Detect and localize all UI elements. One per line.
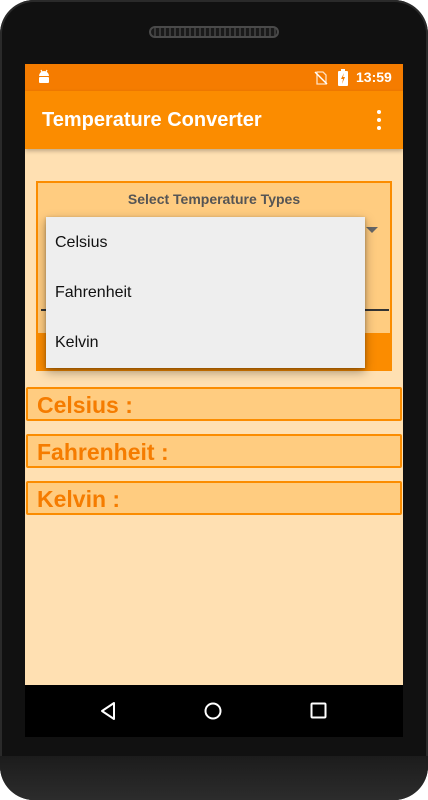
celsius-result-row: Celsius :	[26, 387, 402, 421]
android-debug-icon	[39, 69, 49, 83]
back-icon[interactable]	[99, 701, 119, 721]
earpiece-speaker	[149, 26, 279, 38]
celsius-label: Celsius :	[37, 392, 133, 418]
app-title: Temperature Converter	[42, 109, 262, 131]
overflow-menu-icon[interactable]	[368, 108, 390, 132]
fahrenheit-result-row: Fahrenheit :	[26, 434, 402, 468]
phone-chin	[0, 756, 428, 800]
recent-apps-icon[interactable]	[310, 702, 327, 719]
home-icon[interactable]	[204, 702, 222, 720]
dropdown-arrow-icon[interactable]	[366, 227, 378, 233]
battery-charging-icon	[338, 69, 348, 86]
dropdown-option-celsius[interactable]: Celsius	[46, 218, 365, 268]
app-screen: 13:59 Temperature Converter Select Tempe…	[25, 64, 403, 685]
phone-frame: 13:59 Temperature Converter Select Tempe…	[0, 0, 428, 800]
app-bar: Temperature Converter	[25, 91, 403, 149]
kelvin-label: Kelvin :	[37, 486, 121, 512]
select-types-heading: Select Temperature Types	[127, 191, 301, 207]
status-time: 13:59	[356, 69, 392, 85]
no-sim-icon	[314, 71, 328, 85]
dropdown-option-kelvin[interactable]: Kelvin	[46, 318, 365, 368]
temperature-type-dropdown: Celsius Fahrenheit Kelvin	[46, 217, 365, 368]
navigation-bar	[25, 685, 403, 737]
fahrenheit-label: Fahrenheit :	[37, 439, 169, 465]
status-bar: 13:59	[25, 64, 403, 91]
kelvin-result-row: Kelvin :	[26, 481, 402, 515]
dropdown-option-fahrenheit[interactable]: Fahrenheit	[46, 268, 365, 318]
